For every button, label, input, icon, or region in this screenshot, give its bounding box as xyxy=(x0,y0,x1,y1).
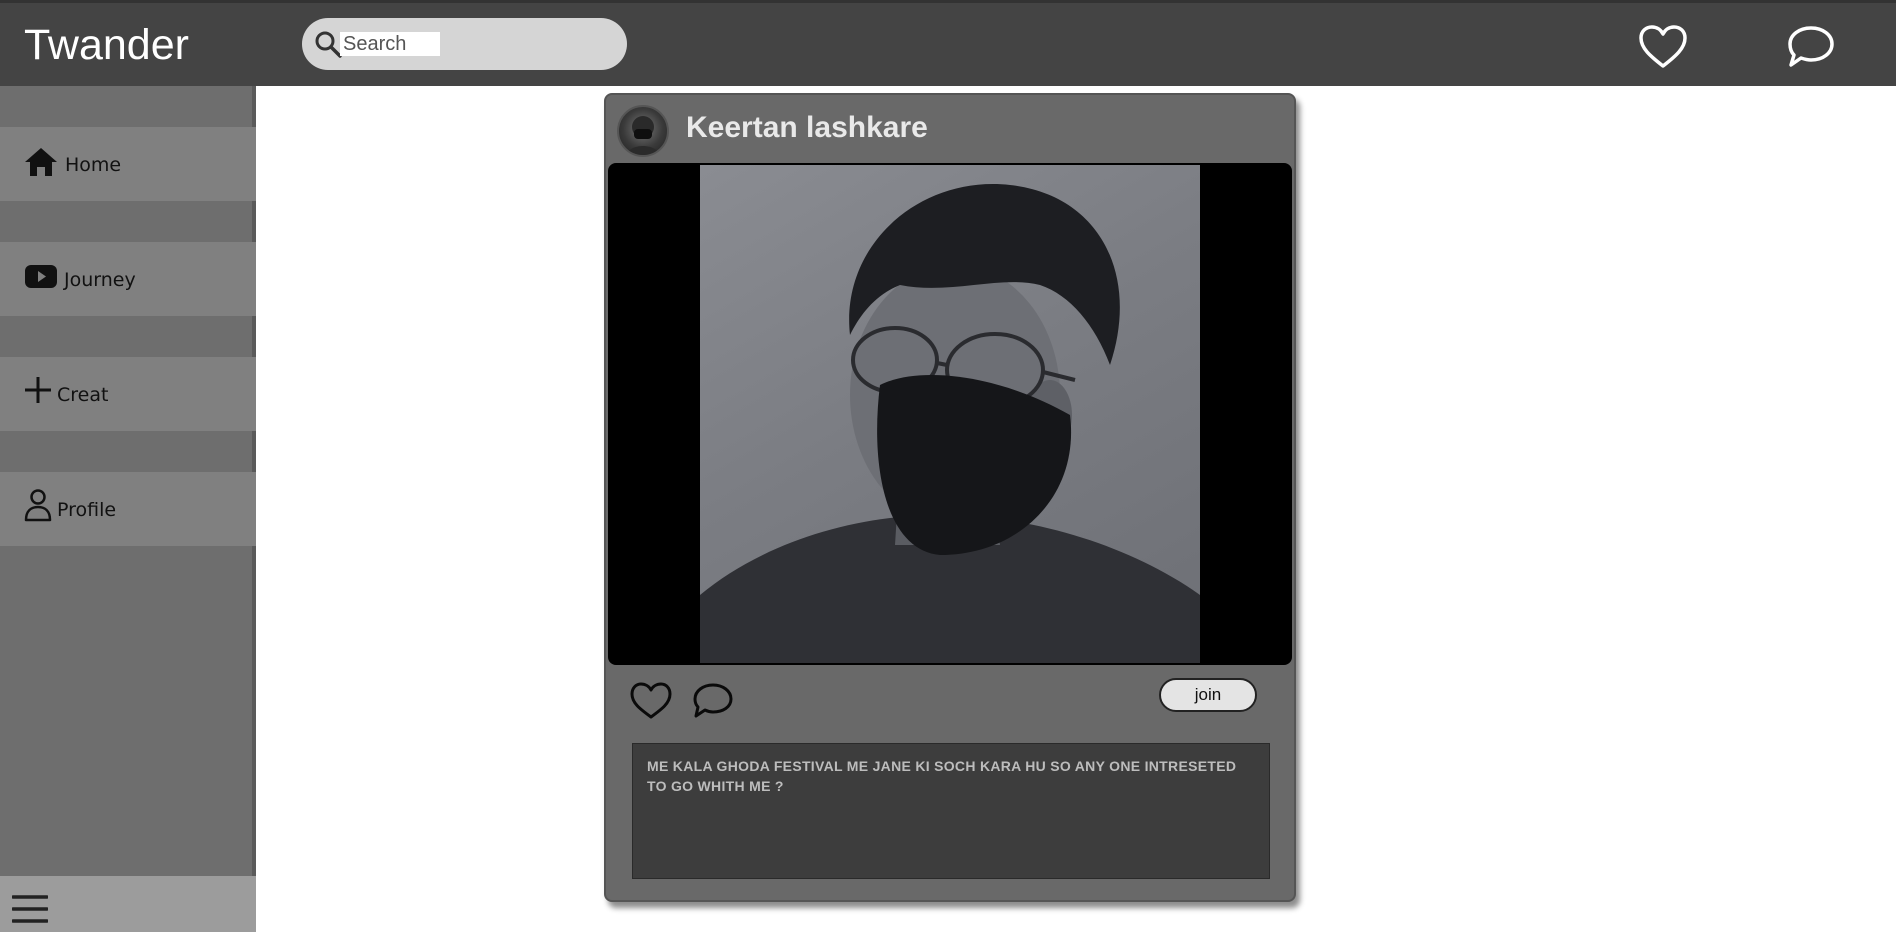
plus-icon xyxy=(25,377,51,403)
play-icon xyxy=(25,265,57,288)
sidebar-item-creat[interactable]: Creat xyxy=(0,357,256,431)
sidebar-item-home[interactable]: Home xyxy=(0,127,256,201)
sidebar-item-label: Journey xyxy=(64,269,136,291)
hamburger-menu-icon[interactable] xyxy=(12,894,48,924)
post-photo xyxy=(700,165,1200,663)
post-username[interactable]: Keertan lashkare xyxy=(686,111,928,145)
sidebar-item-profile[interactable]: Profile xyxy=(0,472,256,546)
like-heart-icon[interactable] xyxy=(630,682,672,720)
search-icon[interactable] xyxy=(314,30,342,58)
chat-icon[interactable] xyxy=(1786,23,1836,71)
sidebar-item-label: Creat xyxy=(57,384,109,406)
post-card: Keertan lashkare join ME KALA GHODA FEST… xyxy=(604,93,1296,902)
portrait-illustration xyxy=(700,184,1200,663)
search-bar[interactable] xyxy=(302,18,627,70)
brand-logo[interactable]: Twander xyxy=(24,21,189,70)
join-button[interactable]: join xyxy=(1159,678,1257,712)
post-caption: ME KALA GHODA FESTIVAL ME JANE KI SOCH K… xyxy=(632,743,1270,879)
heart-icon[interactable] xyxy=(1638,24,1688,70)
sidebar-item-label: Home xyxy=(65,154,122,176)
avatar[interactable] xyxy=(617,105,669,157)
user-icon xyxy=(24,489,52,522)
sidebar-item-label: Profile xyxy=(57,499,117,521)
comment-chat-icon[interactable] xyxy=(692,682,734,720)
sidebar: Home Journey Creat Profile xyxy=(0,86,256,932)
sidebar-item-journey[interactable]: Journey xyxy=(0,242,256,316)
sidebar-footer xyxy=(0,876,256,932)
search-input[interactable] xyxy=(340,32,440,56)
avatar-image xyxy=(627,116,659,155)
home-icon xyxy=(25,148,57,176)
top-bar: Twander xyxy=(0,0,1896,86)
post-media[interactable] xyxy=(608,163,1292,665)
